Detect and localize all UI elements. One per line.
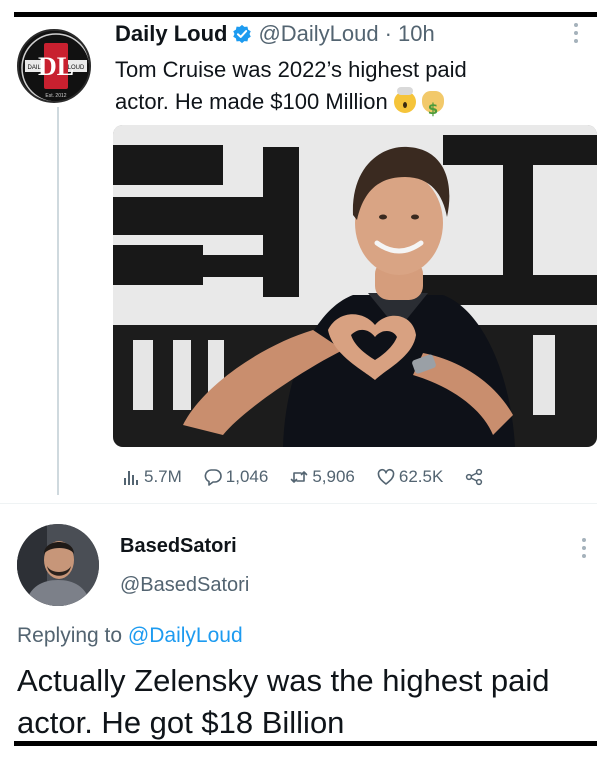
heart-icon bbox=[377, 468, 395, 485]
author-name[interactable]: Daily Loud bbox=[115, 21, 227, 47]
basedsatori-avatar[interactable] bbox=[17, 524, 99, 606]
reply-count: 1,046 bbox=[225, 467, 269, 486]
tweet-text: Tom Cruise was 2022’s highest paid actor… bbox=[115, 54, 565, 125]
daily-loud-avatar[interactable]: DAILY LOUD DL Est. 2012 bbox=[17, 29, 91, 103]
frame-bottom-border bbox=[14, 741, 597, 746]
reply-bubble-icon bbox=[204, 469, 222, 486]
share-button[interactable] bbox=[465, 468, 487, 486]
basedsatori-avatar-photo bbox=[17, 524, 99, 606]
separator-dot: · bbox=[384, 21, 392, 46]
svg-text:Est. 2012: Est. 2012 bbox=[45, 93, 66, 99]
like-button[interactable]: 62.5K bbox=[377, 467, 443, 487]
tweet-text-line1: Tom Cruise was 2022’s highest paid bbox=[115, 57, 467, 82]
tweet-text-line2: actor. He made $100 Million bbox=[115, 89, 388, 114]
author-handle[interactable]: @DailyLoud bbox=[258, 21, 378, 47]
exploding-head-emoji-icon bbox=[393, 87, 416, 113]
reply-author-name[interactable]: BasedSatori bbox=[120, 535, 237, 558]
views-bar-icon bbox=[124, 471, 138, 485]
daily-loud-logo: DAILY LOUD DL Est. 2012 bbox=[19, 31, 89, 101]
tweet-media-photo[interactable] bbox=[113, 125, 597, 447]
retweet-count: 5,906 bbox=[312, 467, 355, 486]
tweet-time[interactable]: 10h bbox=[398, 21, 435, 47]
tweet-divider bbox=[0, 503, 597, 504]
reply-more-options-icon[interactable] bbox=[580, 538, 588, 560]
replying-mention-link[interactable]: @DailyLoud bbox=[128, 624, 243, 647]
tweet-header: Daily Loud @DailyLoud · 10h bbox=[115, 19, 435, 49]
photo-tom-cruise-heart-hands bbox=[113, 125, 597, 447]
views-stat[interactable]: 5.7M bbox=[122, 467, 182, 487]
reply-button[interactable]: 1,046 bbox=[204, 467, 269, 487]
thread-line bbox=[57, 107, 59, 495]
money-bag-emoji-icon bbox=[421, 91, 444, 125]
original-tweet[interactable]: DAILY LOUD DL Est. 2012 Daily Loud @Dail… bbox=[0, 17, 597, 497]
reply-text: Actually Zelensky was the highest paid a… bbox=[17, 663, 550, 740]
replying-prefix: Replying to bbox=[17, 624, 123, 647]
like-count: 62.5K bbox=[398, 467, 444, 486]
retweet-button[interactable]: 5,906 bbox=[290, 467, 355, 487]
replying-to: Replying to @DailyLoud bbox=[17, 624, 243, 648]
more-options-icon[interactable] bbox=[572, 23, 580, 45]
views-count: 5.7M bbox=[144, 467, 182, 486]
share-icon bbox=[466, 468, 483, 486]
tweet-actions: 5.7M 1,046 5,906 62.5K bbox=[122, 464, 487, 490]
svg-text:DL: DL bbox=[38, 52, 74, 81]
retweet-icon bbox=[291, 471, 308, 483]
verified-badge-icon bbox=[233, 24, 252, 44]
reply-author-handle[interactable]: @BasedSatori bbox=[120, 574, 249, 597]
